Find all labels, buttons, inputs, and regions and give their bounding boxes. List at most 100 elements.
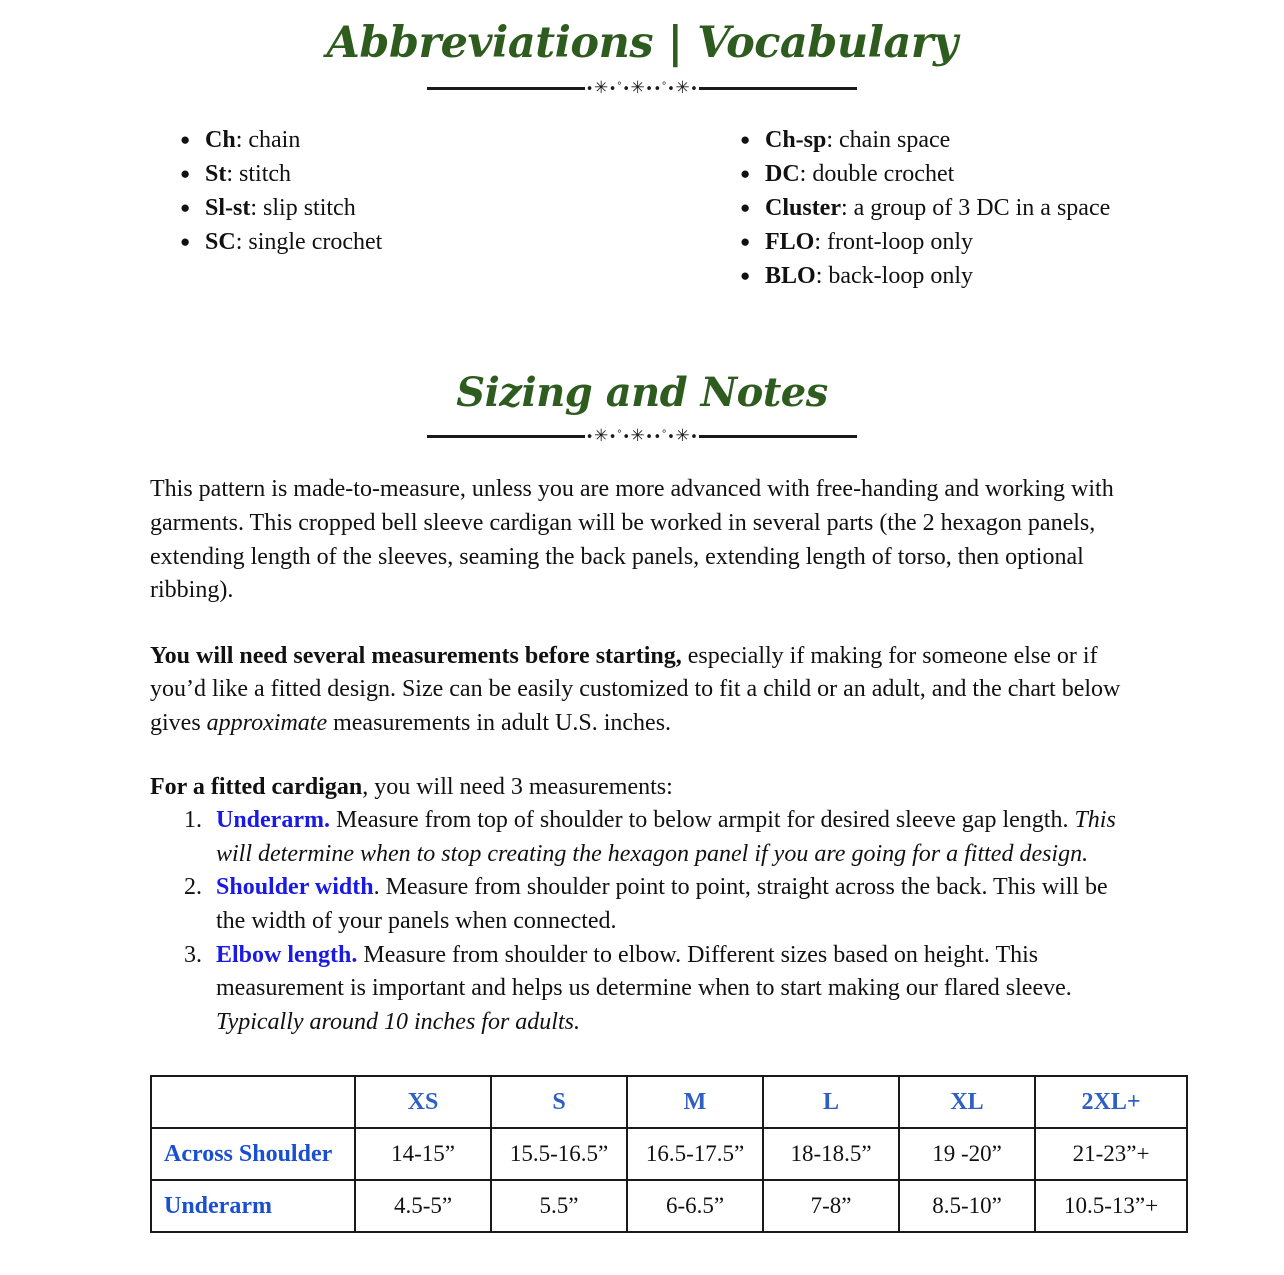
table-cell: 16.5-17.5” — [626, 1127, 764, 1182]
divider-rule-left — [427, 86, 585, 90]
abbreviations-section: Abbreviations | Vocabulary •✳•°•✳••°•✳• … — [0, 0, 1284, 293]
size-chart-wrapper: XS S M L XL 2XL+ Across Shoulder 14-15” … — [0, 1075, 1284, 1234]
abbreviation-list-right: ● Ch-sp: chain space ● DC: double crochet … — [710, 123, 1234, 293]
list-item: ● SC: single crochet — [150, 225, 674, 259]
fitted-cardigan-bold: For a fitted cardigan — [150, 773, 363, 800]
table-cell: 15.5-16.5” — [490, 1127, 628, 1182]
abbrev-definition: front-loop only — [827, 229, 973, 256]
table-column-header-s: S — [490, 1075, 628, 1130]
list-item: ● BLO: back-loop only — [710, 259, 1234, 293]
table-row: Underarm 4.5-5” 5.5” 6-6.5” 7-8” 8.5-10”… — [150, 1179, 1188, 1234]
measurement-body: Measure from top of shoulder to below ar… — [329, 807, 1075, 834]
divider-rule-right — [699, 86, 858, 90]
list-item: Underarm. Measure from top of shoulder t… — [208, 804, 1134, 871]
table-cell: 19 -20” — [898, 1127, 1036, 1182]
measurements-bold-lead: You will need several measurements befor… — [150, 642, 682, 669]
abbrev-definition: stitch — [239, 161, 292, 188]
abbrev-term: Sl-st — [205, 195, 251, 222]
list-item: Elbow length. Measure from shoulder to e… — [208, 939, 1134, 1040]
abbrev-separator: : — [235, 127, 249, 153]
table-cell: 5.5” — [490, 1179, 628, 1234]
abbrev-separator: : — [815, 263, 829, 290]
abbrev-definition: slip stitch — [263, 195, 356, 222]
table-column-header-xl: XL — [898, 1075, 1036, 1130]
abbrev-separator: : — [226, 161, 240, 188]
measurement-italic-note: Typically around 10 inches for adults. — [216, 1008, 580, 1035]
bullet-icon: ● — [180, 198, 191, 218]
bullet-icon: ● — [740, 164, 751, 184]
abbrev-term: Ch — [205, 127, 236, 153]
table-cell: 7-8” — [762, 1179, 900, 1234]
size-chart-table: XS S M L XL 2XL+ Across Shoulder 14-15” … — [150, 1075, 1188, 1234]
table-cell: 4.5-5” — [354, 1179, 492, 1234]
page-title-abbreviations: Abbreviations | Vocabulary — [326, 18, 958, 68]
abbrev-term: DC — [765, 161, 800, 188]
abbrev-term: BLO — [765, 263, 816, 290]
abbrev-term: Ch-sp — [765, 127, 827, 153]
abbrev-term: FLO — [765, 229, 815, 256]
table-column-header-xs: XS — [354, 1075, 492, 1130]
table-column-header-m: M — [626, 1075, 764, 1130]
ornamental-divider-abbreviations: •✳•°•✳••°•✳• — [427, 77, 858, 99]
sizing-body: This pattern is made-to-measure, unless … — [0, 473, 1284, 1039]
measurements-text-b: measurements in adult U.S. inches. — [327, 709, 672, 736]
list-item: ● Ch-sp: chain space — [710, 123, 1234, 157]
table-row: Across Shoulder 14-15” 15.5-16.5” 16.5-1… — [150, 1127, 1188, 1182]
bullet-icon: ● — [740, 130, 751, 149]
fitted-cardigan-rest: , you will need 3 measurements: — [362, 773, 673, 800]
abbreviations-right-column: ● Ch-sp: chain space ● DC: double crochet … — [674, 123, 1234, 293]
measurement-label: Shoulder width — [216, 874, 374, 901]
abbrev-term: Cluster — [765, 195, 841, 222]
fitted-cardigan-lead: For a fitted cardigan, you will need 3 m… — [150, 771, 1134, 805]
bullet-icon: ● — [180, 130, 191, 149]
abbreviations-columns: ● Ch: chain ● St: stitch ● Sl-st: slip stit… — [0, 123, 1284, 293]
divider-ornament-glyphs: •✳•°•✳••°•✳• — [585, 425, 699, 446]
abbrev-definition: double crochet — [812, 161, 955, 188]
sizing-and-notes-section: Sizing and Notes •✳•°•✳••°•✳• This patte… — [0, 365, 1284, 1039]
table-corner-cell — [150, 1075, 356, 1130]
divider-ornament-glyphs: •✳•°•✳••°•✳• — [585, 77, 699, 98]
table-row-header-across-shoulder: Across Shoulder — [150, 1127, 356, 1182]
list-item: ● Ch: chain — [150, 123, 674, 157]
bullet-icon: ● — [180, 232, 191, 252]
list-item: ● FLO: front-loop only — [710, 225, 1234, 259]
list-item: ● Cluster: a group of 3 DC in a space — [710, 191, 1234, 225]
abbrev-definition: chain space — [839, 127, 951, 153]
abbrev-separator: : — [814, 229, 828, 256]
list-item: ● DC: double crochet — [710, 157, 1234, 191]
table-row-header-underarm: Underarm — [150, 1179, 356, 1234]
table-cell: 6-6.5” — [626, 1179, 764, 1234]
abbrev-separator: : — [840, 195, 854, 222]
intro-paragraph: This pattern is made-to-measure, unless … — [150, 476, 1114, 604]
bullet-icon: ● — [740, 266, 751, 286]
abbrev-separator: : — [826, 127, 840, 153]
table-cell: 21-23”+ — [1034, 1127, 1188, 1182]
measurements-intro-paragraph: You will need several measurements befor… — [150, 640, 1134, 741]
measurement-steps-list: Underarm. Measure from top of shoulder t… — [150, 804, 1134, 1039]
table-cell: 14-15” — [354, 1127, 492, 1182]
measurement-label: Underarm. — [216, 807, 330, 834]
measurement-label: Elbow length. — [216, 941, 358, 968]
table-cell: 8.5-10” — [898, 1179, 1036, 1234]
ornamental-divider-sizing: •✳•°•✳••°•✳• — [427, 425, 858, 447]
table-column-header-2xl: 2XL+ — [1034, 1075, 1188, 1130]
abbreviation-list-left: ● Ch: chain ● St: stitch ● Sl-st: slip stit… — [150, 123, 674, 259]
divider-rule-left — [427, 434, 585, 438]
list-item: ● Sl-st: slip stitch — [150, 191, 674, 225]
abbrev-term: St — [205, 161, 227, 188]
bullet-icon: ● — [740, 198, 751, 218]
abbrev-term: SC — [205, 229, 236, 256]
abbreviations-left-column: ● Ch: chain ● St: stitch ● Sl-st: slip stit… — [150, 123, 674, 293]
table-cell: 10.5-13”+ — [1034, 1179, 1188, 1234]
list-item: ● St: stitch — [150, 157, 674, 191]
abbrev-definition: chain — [248, 127, 301, 153]
approximate-emphasis: approximate — [206, 709, 328, 736]
table-header-row: XS S M L XL 2XL+ — [150, 1075, 1188, 1130]
abbrev-definition: single crochet — [248, 229, 383, 256]
bullet-icon: ● — [740, 232, 751, 252]
abbrev-definition: back-loop only — [828, 263, 973, 290]
abbrev-separator: : — [250, 195, 264, 222]
list-item: Shoulder width. Measure from shoulder po… — [208, 871, 1134, 938]
abbrev-definition: a group of 3 DC in a space — [853, 195, 1111, 222]
abbrev-separator: : — [235, 229, 249, 256]
